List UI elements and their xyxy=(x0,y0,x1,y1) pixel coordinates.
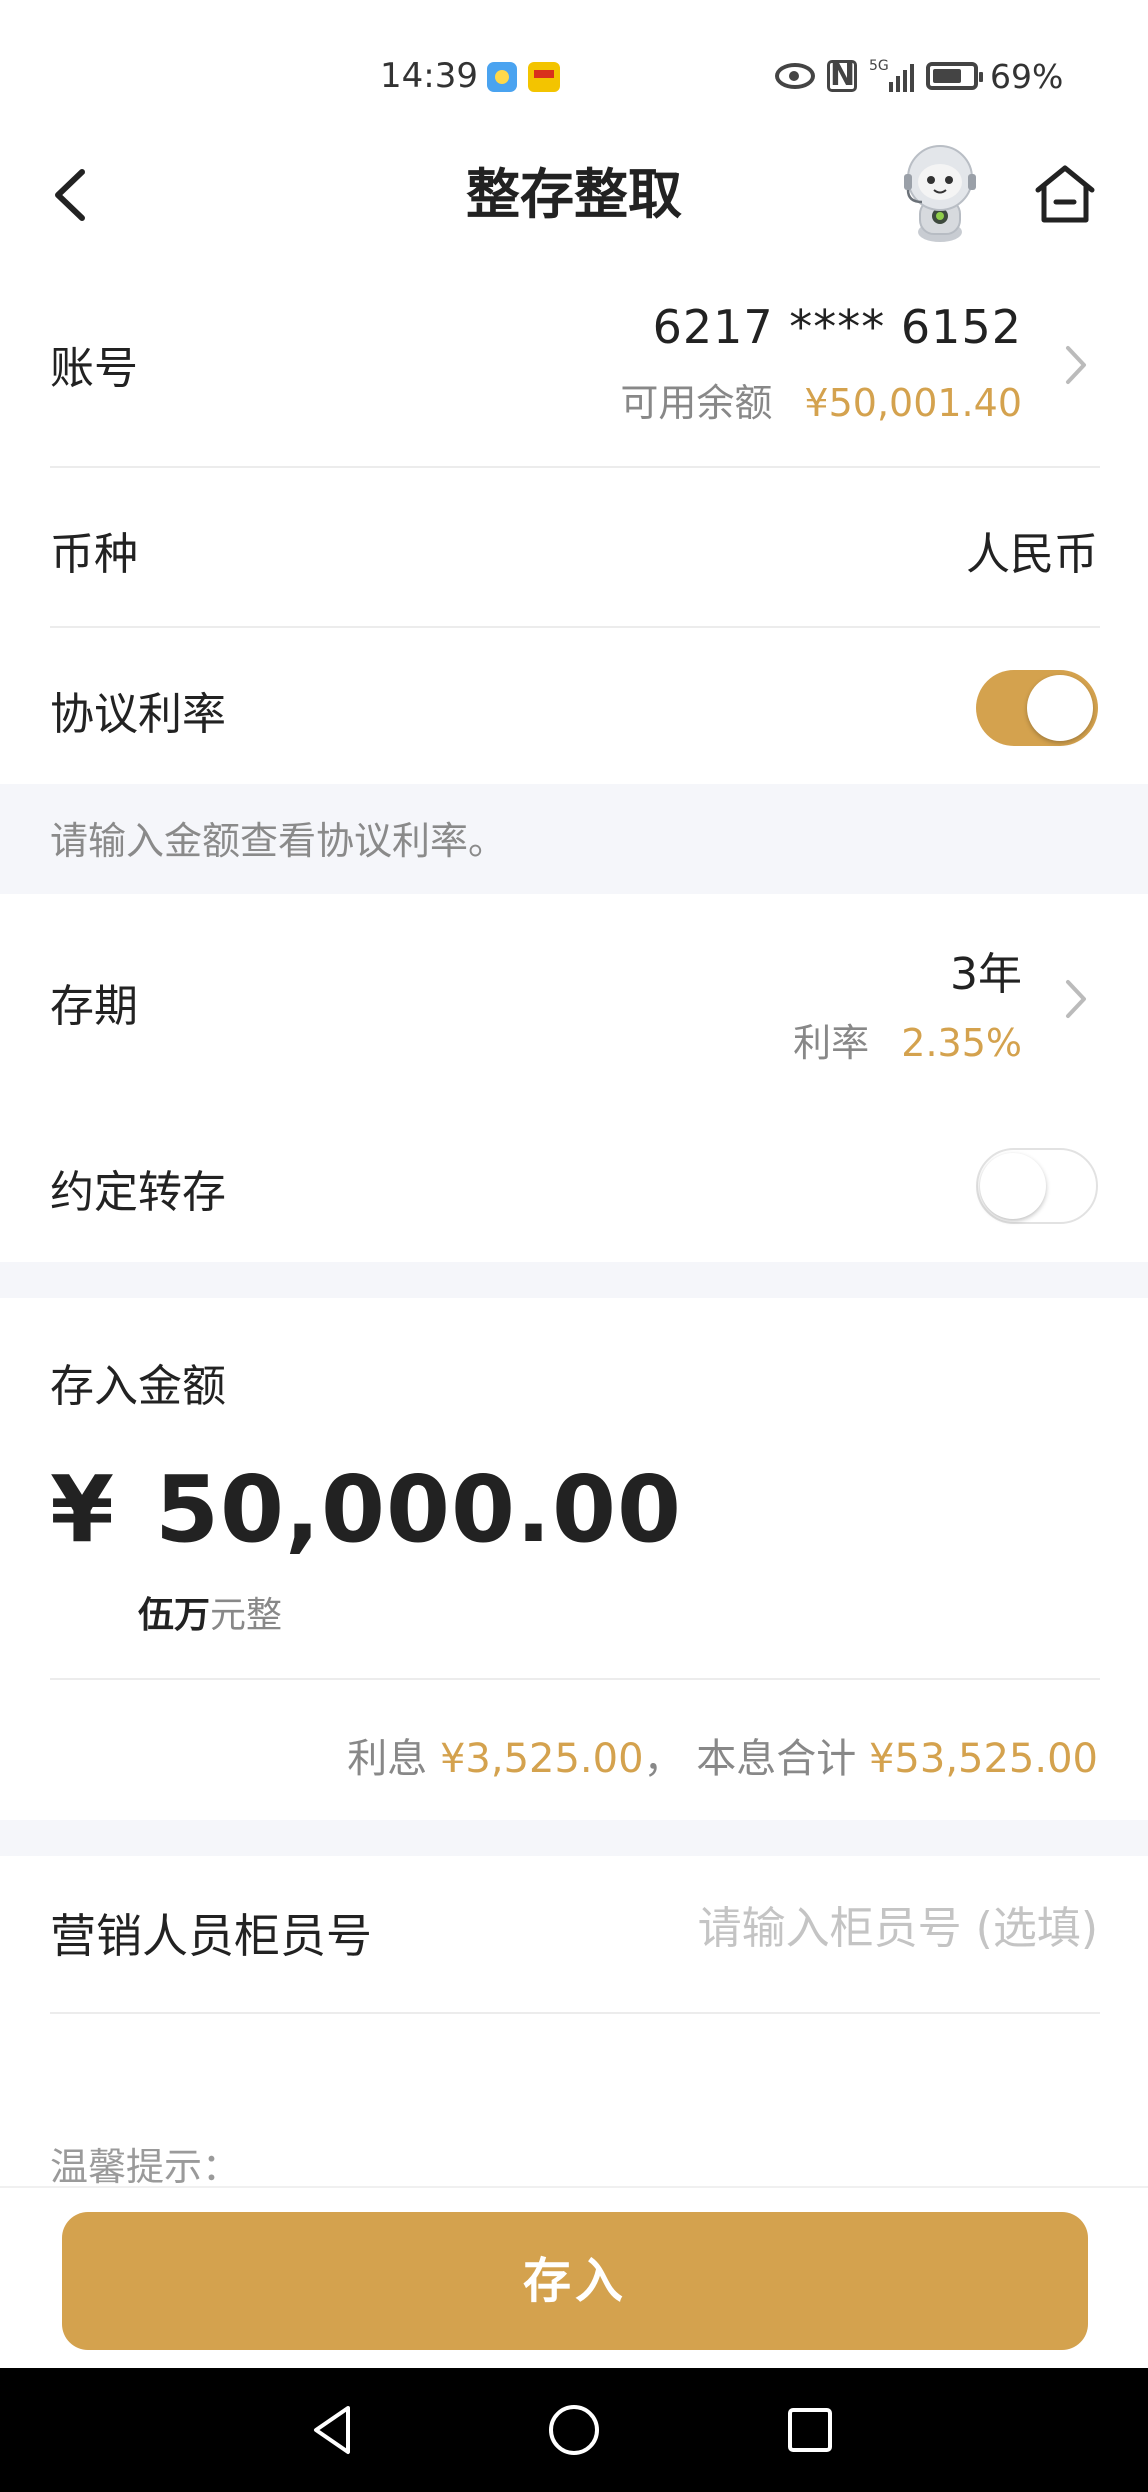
home-button[interactable] xyxy=(1030,160,1100,230)
interest-summary: 利息 ¥3,525.00， 本息合计 ¥53,525.00 xyxy=(347,1726,1098,1784)
status-indicators: N 5G 69% xyxy=(775,56,1063,96)
teller-id-input[interactable] xyxy=(578,1896,1098,1960)
robot-assistant-icon xyxy=(904,145,976,242)
available-balance: 可用余额 ¥50,001.40 xyxy=(620,372,1022,427)
chevron-right-icon xyxy=(1066,346,1086,384)
nav-recents-icon[interactable] xyxy=(780,2400,840,2460)
nav-back-icon[interactable] xyxy=(304,2400,364,2460)
section-gap xyxy=(0,1262,1148,1298)
rate-label: 利率 xyxy=(793,1021,870,1065)
interest-value: ¥3,525.00 xyxy=(439,1736,644,1782)
deposit-amount-field[interactable]: ¥50,000.00 xyxy=(50,1456,682,1563)
negotiated-rate-toggle[interactable] xyxy=(976,670,1098,746)
balance-value: ¥50,001.40 xyxy=(804,381,1022,425)
back-button[interactable] xyxy=(44,160,104,230)
battery-percent: 69% xyxy=(990,56,1064,96)
chevron-left-icon xyxy=(55,169,85,221)
total-value: ¥53,525.00 xyxy=(868,1736,1098,1782)
balance-label: 可用余额 xyxy=(620,381,773,425)
total-label: 本息合计 xyxy=(696,1736,857,1782)
term-value: 3年 xyxy=(950,949,1022,1000)
bottom-action-bar: 存入 xyxy=(0,2186,1148,2368)
signal-icon: 5G xyxy=(869,58,914,92)
system-nav-bar xyxy=(0,2368,1148,2492)
deposit-amount-value: 50,000.00 xyxy=(155,1456,683,1563)
divider xyxy=(50,466,1100,468)
account-label: 账号 xyxy=(50,343,138,394)
notification-app-icon xyxy=(528,62,560,92)
rate-value: 2.35% xyxy=(901,1021,1022,1065)
deposit-button[interactable]: 存入 xyxy=(62,2212,1088,2350)
negotiated-rate-label: 协议利率 xyxy=(50,689,226,740)
deposit-amount-label: 存入金额 xyxy=(50,1361,226,1412)
rate-hint-text: 请输入金额查看协议利率。 xyxy=(50,819,507,863)
auto-renew-label: 约定转存 xyxy=(50,1167,226,1218)
chevron-right-icon xyxy=(1066,980,1086,1018)
toggle-knob xyxy=(1027,675,1093,741)
home-icon xyxy=(1035,165,1095,223)
currency-symbol: ¥ xyxy=(50,1456,116,1563)
divider xyxy=(50,626,1100,628)
amount-in-words: 伍万元整 xyxy=(138,1586,282,1638)
teller-label: 营销人员柜员号 xyxy=(50,1909,372,1963)
term-rate: 利率 2.35% xyxy=(793,1012,1022,1067)
status-time: 14:39 xyxy=(380,56,478,96)
app-header: 整存整取 xyxy=(0,140,1148,250)
network-type: 5G xyxy=(869,58,889,74)
section-gap xyxy=(0,1820,1148,1856)
battery-icon xyxy=(926,62,983,90)
separator: ， xyxy=(643,1736,684,1782)
term-label: 存期 xyxy=(50,981,138,1032)
auto-renew-toggle[interactable] xyxy=(976,1148,1098,1224)
nfc-icon: N xyxy=(827,60,857,92)
amount-words-suffix: 元整 xyxy=(210,1595,283,1636)
amount-words-main: 伍万 xyxy=(138,1595,211,1636)
status-bar: 14:39 N 5G 69% xyxy=(0,0,1148,150)
nav-home-icon[interactable] xyxy=(544,2400,604,2460)
currency-value: 人民币 xyxy=(966,529,1098,580)
eye-comfort-icon xyxy=(775,63,815,89)
assistant-robot-button[interactable] xyxy=(890,140,990,246)
rate-hint-band: 请输入金额查看协议利率。 xyxy=(0,784,1148,894)
divider xyxy=(50,1678,1100,1680)
interest-label: 利息 xyxy=(347,1736,428,1782)
divider xyxy=(50,2012,1100,2014)
currency-label: 币种 xyxy=(50,529,138,580)
account-number: 6217 **** 6152 xyxy=(652,300,1022,354)
weather-app-icon xyxy=(487,62,517,92)
tips-label: 温馨提示： xyxy=(50,2145,241,2189)
toggle-knob xyxy=(980,1153,1046,1219)
